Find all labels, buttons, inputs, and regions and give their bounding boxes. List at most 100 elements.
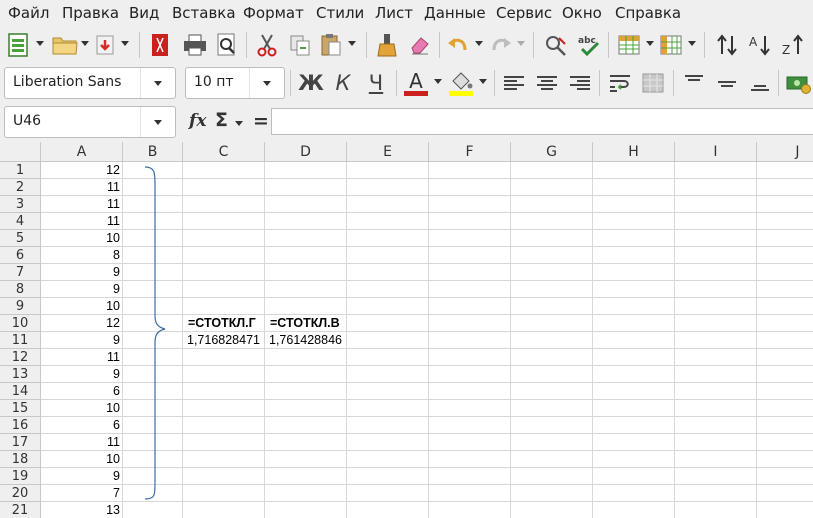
cell-g12[interactable] — [511, 349, 593, 366]
cell-j5[interactable] — [757, 230, 813, 247]
cell-h4[interactable] — [593, 213, 675, 230]
cell-g10[interactable] — [511, 315, 593, 332]
cell-g17[interactable] — [511, 434, 593, 451]
cell-j10[interactable] — [757, 315, 813, 332]
row-header[interactable]: 20 — [0, 485, 41, 502]
export-pdf-icon[interactable] — [145, 30, 175, 60]
italic-button[interactable]: К — [328, 68, 358, 98]
align-top-icon[interactable] — [679, 68, 709, 98]
open-folder-icon[interactable] — [50, 30, 80, 60]
cell-g14[interactable] — [511, 383, 593, 400]
cell-a6[interactable]: 8 — [41, 247, 123, 264]
cell-a3[interactable]: 11 — [41, 196, 123, 213]
cell-d4[interactable] — [265, 213, 347, 230]
cell-i15[interactable] — [675, 400, 757, 417]
formula-icon[interactable]: = — [253, 110, 269, 132]
font-color-button[interactable]: A — [401, 68, 431, 98]
cell-i11[interactable] — [675, 332, 757, 349]
cell-g8[interactable] — [511, 281, 593, 298]
cell-f9[interactable] — [429, 298, 511, 315]
cell-g5[interactable] — [511, 230, 593, 247]
cell-d21[interactable] — [265, 502, 347, 518]
cell-h10[interactable] — [593, 315, 675, 332]
cell-e14[interactable] — [347, 383, 429, 400]
sort-ascending-icon[interactable]: A — [745, 30, 775, 60]
cell-a7[interactable]: 9 — [41, 264, 123, 281]
insert-column-dropdown-icon[interactable] — [687, 36, 697, 50]
row-header[interactable]: 16 — [0, 417, 41, 434]
row-header[interactable]: 5 — [0, 230, 41, 247]
cell-d13[interactable] — [265, 366, 347, 383]
cell-j9[interactable] — [757, 298, 813, 315]
cell-f13[interactable] — [429, 366, 511, 383]
cell-e13[interactable] — [347, 366, 429, 383]
menu-file[interactable]: Файл — [8, 4, 49, 22]
cell-a12[interactable]: 11 — [41, 349, 123, 366]
underline-button[interactable]: Ч — [361, 68, 391, 98]
cell-i19[interactable] — [675, 468, 757, 485]
font-size-box[interactable]: 10 пт — [185, 67, 285, 99]
cell-e4[interactable] — [347, 213, 429, 230]
row-header[interactable]: 9 — [0, 298, 41, 315]
cell-c5[interactable] — [183, 230, 265, 247]
paste-dropdown-icon[interactable] — [347, 36, 357, 50]
cell-g20[interactable] — [511, 485, 593, 502]
cell-i4[interactable] — [675, 213, 757, 230]
cell-j8[interactable] — [757, 281, 813, 298]
cell-c13[interactable] — [183, 366, 265, 383]
cell-h7[interactable] — [593, 264, 675, 281]
cell-j7[interactable] — [757, 264, 813, 281]
cell-a11[interactable]: 9 — [41, 332, 123, 349]
highlight-color-button[interactable] — [446, 68, 476, 98]
row-header[interactable]: 3 — [0, 196, 41, 213]
cell-d17[interactable] — [265, 434, 347, 451]
cell-i5[interactable] — [675, 230, 757, 247]
cell-j6[interactable] — [757, 247, 813, 264]
cell-j17[interactable] — [757, 434, 813, 451]
cell-g4[interactable] — [511, 213, 593, 230]
open-dropdown-icon[interactable] — [80, 36, 90, 50]
wrap-text-icon[interactable] — [605, 68, 635, 98]
new-dropdown-icon[interactable] — [35, 36, 45, 50]
font-color-dropdown-icon[interactable] — [433, 74, 443, 88]
cell-d11[interactable]: 1,761428846 — [265, 332, 347, 349]
column-header[interactable]: J — [757, 142, 813, 162]
cell-i8[interactable] — [675, 281, 757, 298]
cell-a18[interactable]: 10 — [41, 451, 123, 468]
save-dropdown-icon[interactable] — [120, 36, 130, 50]
cell-c17[interactable] — [183, 434, 265, 451]
align-left-icon[interactable] — [499, 68, 529, 98]
cell-c10[interactable]: =СТОТКЛ.Г — [183, 315, 265, 332]
align-right-icon[interactable] — [565, 68, 595, 98]
cell-f12[interactable] — [429, 349, 511, 366]
cell-d10[interactable]: =СТОТКЛ.В — [265, 315, 347, 332]
function-wizard-icon[interactable]: fx — [189, 111, 206, 131]
cell-a19[interactable]: 9 — [41, 468, 123, 485]
cell-h18[interactable] — [593, 451, 675, 468]
cell-h21[interactable] — [593, 502, 675, 518]
cell-e16[interactable] — [347, 417, 429, 434]
cell-d3[interactable] — [265, 196, 347, 213]
cell-i18[interactable] — [675, 451, 757, 468]
cell-c8[interactable] — [183, 281, 265, 298]
align-bottom-icon[interactable] — [745, 68, 775, 98]
redo-dropdown-icon[interactable] — [516, 36, 526, 50]
row-header[interactable]: 12 — [0, 349, 41, 366]
print-preview-icon[interactable] — [212, 30, 242, 60]
cell-a2[interactable]: 11 — [41, 179, 123, 196]
cell-g1[interactable] — [511, 162, 593, 179]
cell-g3[interactable] — [511, 196, 593, 213]
cell-c3[interactable] — [183, 196, 265, 213]
cell-h3[interactable] — [593, 196, 675, 213]
cell-c15[interactable] — [183, 400, 265, 417]
cell-f19[interactable] — [429, 468, 511, 485]
cell-g19[interactable] — [511, 468, 593, 485]
cell-h8[interactable] — [593, 281, 675, 298]
cell-f15[interactable] — [429, 400, 511, 417]
formula-input[interactable] — [271, 108, 813, 135]
cell-g13[interactable] — [511, 366, 593, 383]
row-header[interactable]: 1 — [0, 162, 41, 179]
cell-e20[interactable] — [347, 485, 429, 502]
cell-j21[interactable] — [757, 502, 813, 518]
cell-a16[interactable]: 6 — [41, 417, 123, 434]
